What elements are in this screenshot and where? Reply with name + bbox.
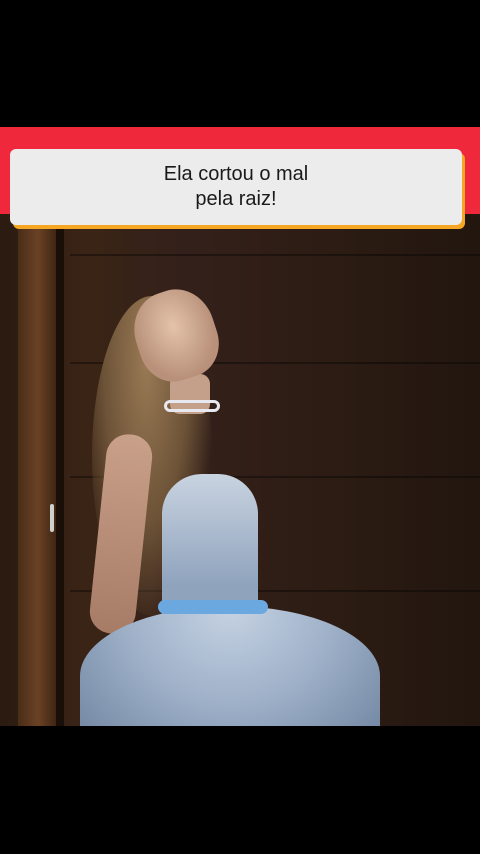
caption-text: Ela cortou o mal pela raiz! xyxy=(164,162,309,212)
caption-line-2: pela raiz! xyxy=(195,188,277,210)
wall-panel-seam xyxy=(70,254,480,256)
caption-line-1: Ela cortou o mal xyxy=(163,163,309,185)
caption-card: Ela cortou o mal pela raiz! xyxy=(10,149,462,225)
video-frame[interactable] xyxy=(0,214,480,726)
gown-sash xyxy=(158,600,268,614)
woman-figure xyxy=(80,279,380,726)
top-letterbox xyxy=(0,0,480,127)
choker xyxy=(164,400,220,412)
door-edge xyxy=(56,214,64,726)
door-frame xyxy=(18,214,58,726)
gown-bodice xyxy=(162,474,258,614)
door-hinge xyxy=(50,504,54,532)
bottom-letterbox xyxy=(0,726,480,854)
